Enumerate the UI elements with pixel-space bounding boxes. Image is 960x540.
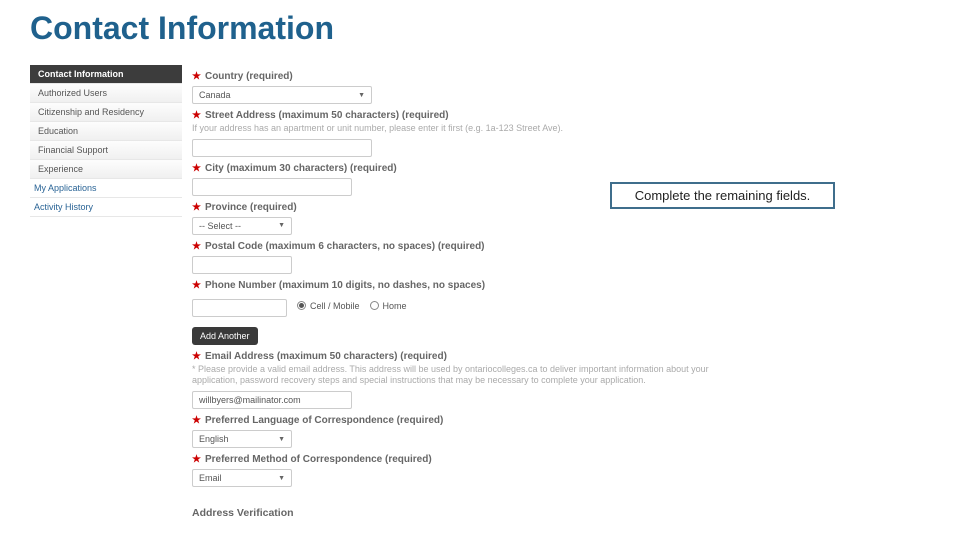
radio-icon [370, 301, 379, 310]
add-another-button[interactable]: Add Another [192, 327, 258, 345]
method-select-value: Email [199, 473, 222, 483]
city-input[interactable] [192, 178, 352, 196]
sidebar-item-contact-information[interactable]: Contact Information [30, 65, 182, 84]
phone-type-cell[interactable]: Cell / Mobile [297, 301, 360, 311]
sidebar-item-education[interactable]: Education [30, 122, 182, 141]
required-star-icon: ★ [192, 71, 201, 82]
method-label-text: Preferred Method of Correspondence (requ… [205, 454, 432, 465]
city-label-text: City (maximum 30 characters) (required) [205, 163, 397, 174]
country-label-text: Country (required) [205, 71, 293, 82]
form-area: ★ Country (required) Canada ▼ ★ Street A… [192, 65, 772, 519]
required-star-icon: ★ [192, 415, 201, 426]
phone-type-home[interactable]: Home [370, 301, 407, 311]
phone-input[interactable] [192, 299, 287, 317]
address-verification-heading: Address Verification [192, 507, 772, 519]
country-select-value: Canada [199, 90, 231, 100]
sidebar-item-experience[interactable]: Experience [30, 160, 182, 179]
province-select-value: -- Select -- [199, 221, 241, 231]
sidebar-item-authorized-users[interactable]: Authorized Users [30, 84, 182, 103]
language-select[interactable]: English ▼ [192, 430, 292, 448]
street-label: ★ Street Address (maximum 50 characters)… [192, 110, 772, 121]
phone-type-home-label: Home [383, 301, 407, 311]
email-label-text: Email Address (maximum 50 characters) (r… [205, 351, 447, 362]
sidebar-item-citizenship-residency[interactable]: Citizenship and Residency [30, 103, 182, 122]
required-star-icon: ★ [192, 280, 201, 291]
chevron-down-icon: ▼ [278, 436, 285, 443]
required-star-icon: ★ [192, 110, 201, 121]
email-helper: * Please provide a valid email address. … [192, 364, 752, 387]
sidebar: Contact Information Authorized Users Cit… [30, 65, 182, 217]
required-star-icon: ★ [192, 163, 201, 174]
country-select[interactable]: Canada ▼ [192, 86, 372, 104]
postal-label: ★ Postal Code (maximum 6 characters, no … [192, 241, 772, 252]
method-label: ★ Preferred Method of Correspondence (re… [192, 454, 772, 465]
street-input[interactable] [192, 139, 372, 157]
email-input-value: willbyers@mailinator.com [199, 395, 301, 405]
street-label-text: Street Address (maximum 50 characters) (… [205, 110, 449, 121]
chevron-down-icon: ▼ [358, 92, 365, 99]
city-label: ★ City (maximum 30 characters) (required… [192, 163, 772, 174]
province-select[interactable]: -- Select -- ▼ [192, 217, 292, 235]
email-input[interactable]: willbyers@mailinator.com [192, 391, 352, 409]
required-star-icon: ★ [192, 351, 201, 362]
sidebar-item-my-applications[interactable]: My Applications [30, 179, 182, 198]
province-label-text: Province (required) [205, 202, 297, 213]
method-select[interactable]: Email ▼ [192, 469, 292, 487]
required-star-icon: ★ [192, 202, 201, 213]
required-star-icon: ★ [192, 454, 201, 465]
phone-type-cell-label: Cell / Mobile [310, 301, 360, 311]
sidebar-item-activity-history[interactable]: Activity History [30, 198, 182, 217]
phone-label: ★ Phone Number (maximum 10 digits, no da… [192, 280, 772, 291]
chevron-down-icon: ▼ [278, 222, 285, 229]
email-label: ★ Email Address (maximum 50 characters) … [192, 351, 772, 362]
language-label-text: Preferred Language of Correspondence (re… [205, 415, 443, 426]
language-label: ★ Preferred Language of Correspondence (… [192, 415, 772, 426]
instruction-callout: Complete the remaining fields. [610, 182, 835, 209]
radio-icon [297, 301, 306, 310]
phone-label-text: Phone Number (maximum 10 digits, no dash… [205, 280, 485, 291]
postal-input[interactable] [192, 256, 292, 274]
language-select-value: English [199, 434, 229, 444]
street-helper: If your address has an apartment or unit… [192, 123, 772, 135]
page-title: Contact Information [30, 10, 334, 47]
required-star-icon: ★ [192, 241, 201, 252]
postal-label-text: Postal Code (maximum 6 characters, no sp… [205, 241, 485, 252]
chevron-down-icon: ▼ [278, 475, 285, 482]
country-label: ★ Country (required) [192, 71, 772, 82]
sidebar-item-financial-support[interactable]: Financial Support [30, 141, 182, 160]
